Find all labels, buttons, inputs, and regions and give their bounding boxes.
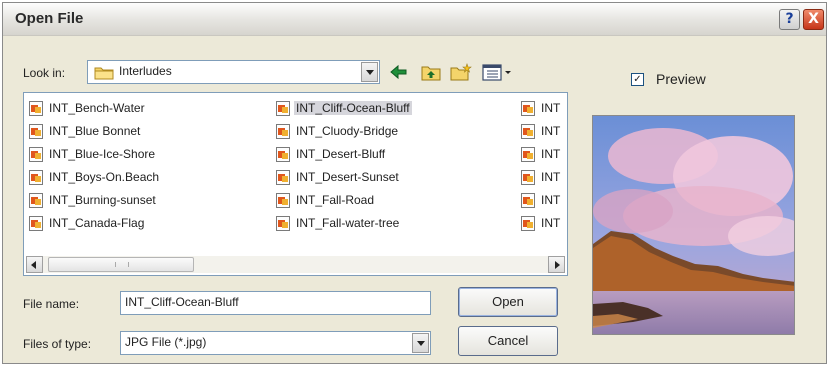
file-name-label: INT_Fall-water-tree: [296, 216, 400, 230]
file-name-label: File name:: [23, 297, 80, 311]
file-name-label: INT_Cluody-Bridge: [296, 124, 399, 138]
file-name-label: INT_Canada-Flag: [49, 216, 145, 230]
close-button[interactable]: X: [803, 9, 824, 30]
view-menu-icon[interactable]: [481, 63, 515, 81]
scroll-thumb[interactable]: [48, 257, 194, 272]
folder-icon: [94, 65, 114, 80]
file-list[interactable]: INT_Bench-Water INT_Blue Bonnet INT_Blue…: [23, 92, 568, 276]
file-type-value: JPG File (*.jpg): [125, 335, 207, 349]
look-in-value: Interludes: [119, 64, 172, 78]
file-name-label: INT: [541, 170, 561, 184]
horizontal-scrollbar[interactable]: [26, 256, 565, 273]
file-name-value: INT_Cliff-Ocean-Bluff: [125, 295, 239, 309]
help-button[interactable]: ?: [779, 9, 800, 30]
preview-label: Preview: [656, 71, 706, 87]
back-icon[interactable]: [389, 63, 409, 81]
look-in-dropdown[interactable]: Interludes: [87, 60, 380, 84]
image-file-icon: [521, 147, 535, 162]
image-preview: [592, 115, 795, 335]
image-file-icon: [276, 216, 290, 231]
image-file-icon: [29, 216, 43, 231]
file-name-label: INT_Desert-Bluff: [296, 147, 386, 161]
image-file-icon: [276, 147, 290, 162]
file-type-dropdown-arrow[interactable]: [412, 333, 429, 353]
up-folder-icon[interactable]: [421, 63, 441, 81]
file-name-label: INT: [541, 101, 561, 115]
file-name-label: INT: [541, 193, 561, 207]
preview-checkbox[interactable]: ✓: [631, 73, 644, 86]
file-type-label: Files of type:: [23, 337, 92, 351]
look-in-label: Look in:: [23, 66, 66, 80]
look-in-dropdown-arrow[interactable]: [361, 62, 378, 82]
preview-image: [593, 116, 794, 334]
file-name-label: INT: [541, 147, 561, 161]
image-file-icon: [29, 101, 43, 116]
file-name-label: INT: [541, 216, 561, 230]
image-file-icon: [29, 193, 43, 208]
image-file-icon: [521, 101, 535, 116]
image-file-icon: [276, 170, 290, 185]
scroll-left-button[interactable]: [26, 256, 43, 273]
file-name-label: INT_Cliff-Ocean-Bluff: [294, 101, 412, 115]
file-name-label: INT_Bench-Water: [49, 101, 145, 115]
file-type-dropdown[interactable]: JPG File (*.jpg): [120, 331, 431, 355]
image-file-icon: [276, 101, 290, 116]
image-file-icon: [29, 170, 43, 185]
open-file-dialog: Open File ? X Look in: Interludes INT_Be…: [2, 2, 827, 364]
file-name-input[interactable]: INT_Cliff-Ocean-Bluff: [120, 291, 431, 315]
new-folder-icon[interactable]: [450, 63, 472, 81]
image-file-icon: [276, 124, 290, 139]
file-name-label: INT: [541, 124, 561, 138]
file-name-label: INT_Burning-sunset: [49, 193, 156, 207]
file-name-label: INT_Blue-Ice-Shore: [49, 147, 156, 161]
image-file-icon: [521, 216, 535, 231]
image-file-icon: [521, 193, 535, 208]
file-name-label: INT_Boys-On.Beach: [49, 170, 160, 184]
cancel-button[interactable]: Cancel: [458, 326, 558, 356]
file-name-label: INT_Blue Bonnet: [49, 124, 141, 138]
open-button[interactable]: Open: [458, 287, 558, 317]
image-file-icon: [521, 124, 535, 139]
image-file-icon: [276, 193, 290, 208]
scroll-right-button[interactable]: [548, 256, 565, 273]
image-file-icon: [29, 124, 43, 139]
image-file-icon: [29, 147, 43, 162]
title-bar[interactable]: Open File ? X: [3, 3, 826, 36]
file-name-label: INT_Desert-Sunset: [296, 170, 399, 184]
dialog-title: Open File: [15, 10, 84, 27]
file-name-label: INT_Fall-Road: [296, 193, 375, 207]
image-file-icon: [521, 170, 535, 185]
